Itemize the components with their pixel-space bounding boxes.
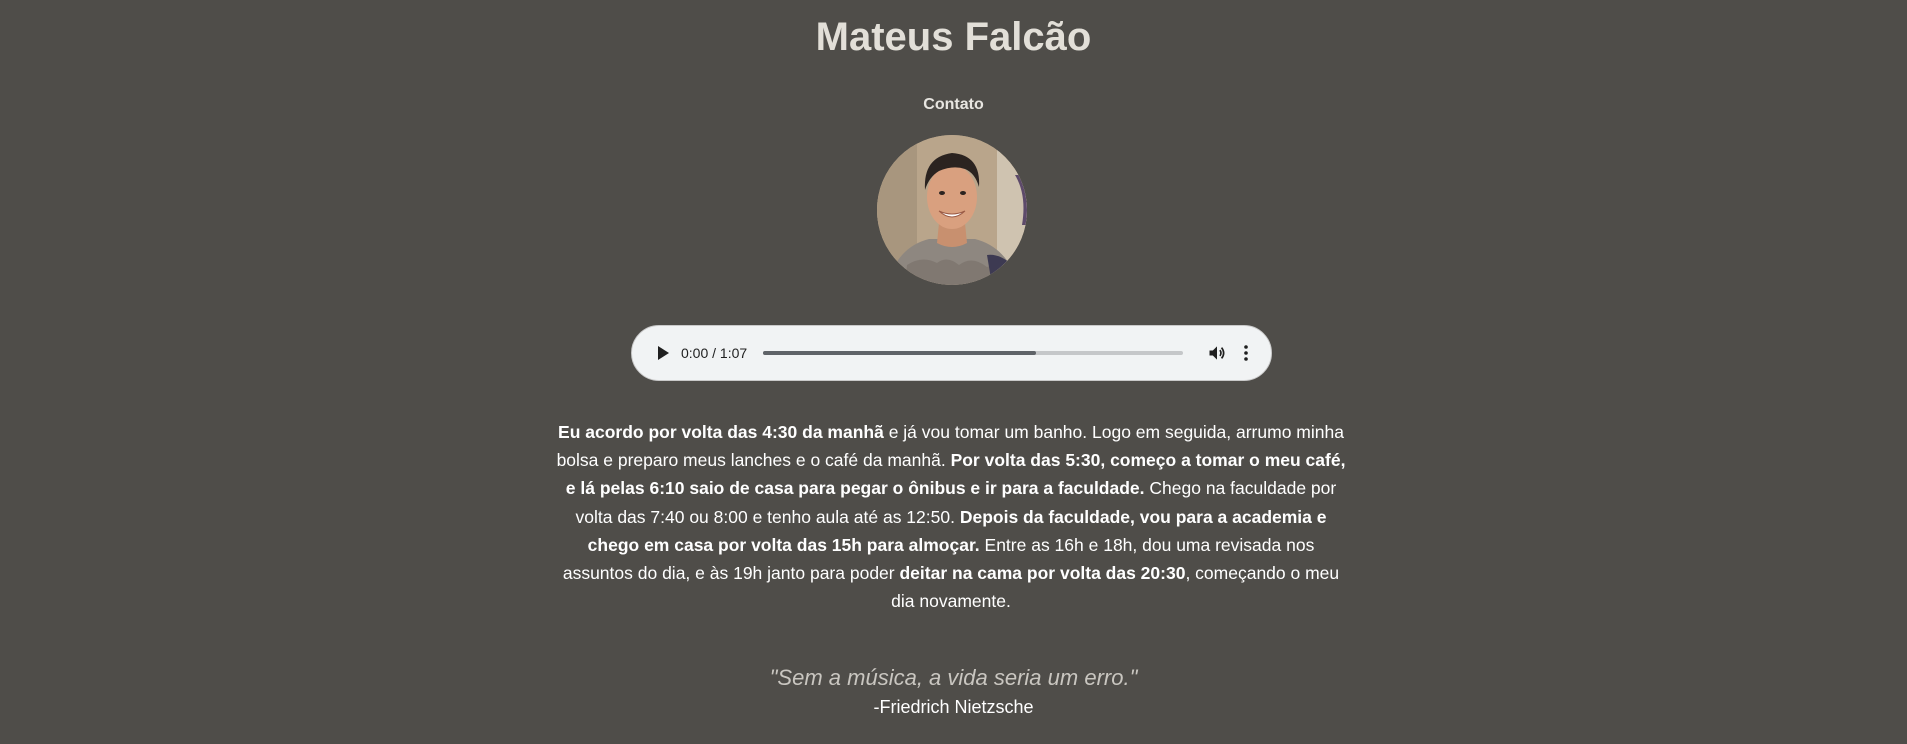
volume-icon	[1209, 346, 1225, 360]
avatar-photo	[877, 135, 1027, 285]
contact-link-row: Contato	[0, 95, 1907, 115]
bio-highlight: Eu acordo por volta das 4:30 da manhã	[558, 422, 884, 442]
audio-progress-slider[interactable]	[763, 351, 1184, 355]
bio-highlight: deitar na cama por volta das 20:30	[899, 563, 1186, 584]
audio-player: 0:00 / 1:07	[631, 325, 1272, 381]
contact-link[interactable]: Contato	[923, 96, 983, 113]
avatar	[877, 135, 1027, 285]
play-button[interactable]	[653, 343, 673, 363]
quote-text: "Sem a música, a vida seria um erro."	[769, 665, 1138, 690]
bio-paragraph: Eu acordo por volta das 4:30 da manhã e …	[551, 418, 1351, 615]
page: Mateus Falcão Contato 0:00 / 1:07 Eu aco…	[0, 0, 1907, 744]
quote-author: -Friedrich Nietzsche	[873, 697, 1034, 717]
volume-button[interactable]	[1207, 343, 1227, 363]
more-vert-icon	[1244, 345, 1248, 361]
audio-time-display: 0:00 / 1:07	[681, 345, 748, 361]
audio-buffer-bar	[763, 351, 1037, 355]
more-options-button[interactable]	[1238, 343, 1254, 363]
play-icon	[658, 346, 669, 360]
page-title: Mateus Falcão	[815, 15, 1092, 59]
